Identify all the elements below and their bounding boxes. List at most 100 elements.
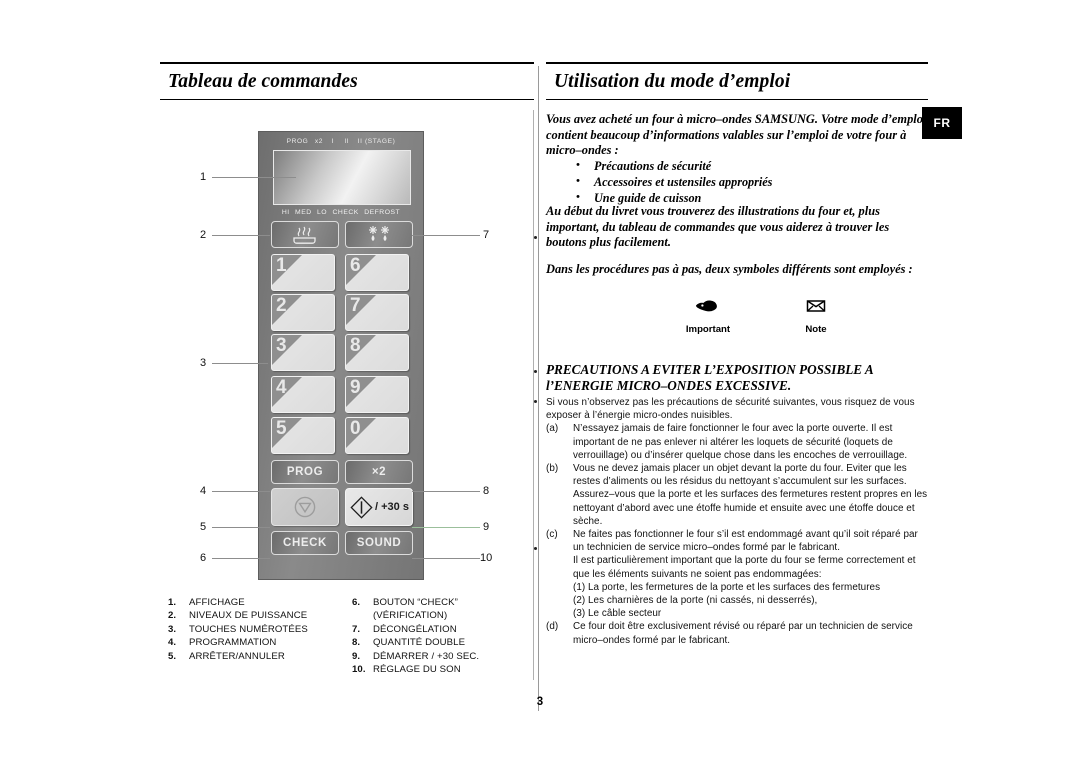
legend-item: 7. DÉCONGÉLATION <box>352 623 552 636</box>
legend-text: BOUTON “CHECK” <box>373 597 458 608</box>
number-key-0[interactable]: 0 <box>345 417 409 454</box>
language-tab: FR <box>922 107 962 139</box>
symbol-legend: Important Note <box>546 298 928 335</box>
warning-item-b: (b) Vous ne devez jamais placer un objet… <box>546 462 928 528</box>
item-text: Vous ne devez jamais placer un objet dev… <box>573 463 928 527</box>
callout-6: 6 <box>200 552 207 564</box>
feature-bullets: Précautions de sécurité Accessoires et u… <box>546 157 928 207</box>
label-check: CHECK <box>332 209 359 216</box>
legend-item: 5. ARRÊTER/ANNULER <box>168 650 358 663</box>
left-column-heading: Tableau de commandes <box>160 62 534 100</box>
item-label: (a) <box>546 423 559 435</box>
number-key-2[interactable]: 2 <box>271 294 335 331</box>
warning-intro: Si vous n’observez pas les précautions d… <box>546 397 915 422</box>
margin-dot <box>534 370 537 373</box>
number-key-8[interactable]: 8 <box>345 334 409 371</box>
legend-number: 10. <box>352 664 366 676</box>
leader-line-5 <box>212 527 270 528</box>
label-stage-1: I <box>331 138 334 145</box>
margin-dot <box>534 236 537 239</box>
margin-dot <box>534 547 537 550</box>
item-label: (d) <box>546 621 559 633</box>
key-digit: 2 <box>276 295 287 316</box>
legend-item: 4. PROGRAMMATION <box>168 636 358 649</box>
right-text-rule <box>533 110 534 680</box>
warning-body: Si vous n’observez pas les précautions d… <box>546 396 928 647</box>
leader-line-7 <box>412 235 480 236</box>
power-level-icon <box>293 226 316 244</box>
number-key-3[interactable]: 3 <box>271 334 335 371</box>
legend-item: 2. NIVEAUX DE PUISSANCE <box>168 609 358 622</box>
bullet-item: Précautions de sécurité <box>546 157 928 174</box>
label-med: MED <box>295 209 312 216</box>
label-hi: HI <box>281 209 290 216</box>
number-key-7[interactable]: 7 <box>345 294 409 331</box>
stop-icon <box>294 496 316 518</box>
key-digit: 9 <box>350 377 361 398</box>
legend-text: DÉCONGÉLATION <box>373 623 457 635</box>
symbol-important: Important <box>654 298 762 335</box>
legend-item: 8. QUANTITÉ DOUBLE <box>352 636 552 649</box>
legend-text: RÉGLAGE DU SON <box>373 664 461 676</box>
manual-page: Tableau de commandes Utilisation du mode… <box>0 0 1080 763</box>
callout-2: 2 <box>200 229 207 241</box>
stop-cancel-button[interactable] <box>271 488 339 526</box>
start-button[interactable]: / +30 s <box>345 488 413 526</box>
key-digit: 4 <box>276 377 287 398</box>
warning-heading-line-2: l’ENERGIE MICRO–ONDES EXCESSIVE. <box>546 378 792 393</box>
warning-item-d: (d) Ce four doit être exclusivement révi… <box>546 620 928 646</box>
leader-line-8 <box>412 491 480 492</box>
double-quantity-button[interactable]: ×2 <box>345 460 413 484</box>
legend-item: 10. RÉGLAGE DU SON <box>352 663 552 676</box>
label-stage-2: II <box>344 138 350 145</box>
warning-item-c: (c) Ne faites pas fonctionner le four s’… <box>546 528 928 554</box>
legend-subtext: (VÉRIFICATION) <box>373 610 448 622</box>
defrost-icon <box>369 226 389 241</box>
pointing-hand-icon <box>695 300 717 312</box>
leader-line-9 <box>412 527 480 528</box>
start-button-label: / +30 s <box>375 501 409 513</box>
key-digit: 6 <box>350 255 361 276</box>
leader-line-3 <box>212 363 268 364</box>
sound-button[interactable]: SOUND <box>345 531 413 555</box>
legend-text: DÉMARRER / +30 SEC. <box>373 650 480 662</box>
legend-right: 6. BOUTON “CHECK” (VÉRIFICATION) 7. DÉCO… <box>352 596 552 676</box>
power-level-button[interactable] <box>271 221 339 248</box>
label-x2: x2 <box>314 138 324 145</box>
leader-line-4 <box>212 491 270 492</box>
callout-4: 4 <box>200 485 207 497</box>
key-digit: 1 <box>276 255 287 276</box>
callout-1: 1 <box>200 171 207 183</box>
right-column-heading: Utilisation du mode d’emploi <box>546 62 928 100</box>
legend-number: 7. <box>352 623 361 635</box>
legend-item: 6. BOUTON “CHECK” <box>352 596 552 609</box>
legend-item: 3. TOUCHES NUMÉROTÉES <box>168 623 358 636</box>
number-key-4[interactable]: 4 <box>271 376 335 413</box>
bullet-item: Accessoires et ustensiles appropriés <box>546 173 928 190</box>
legend-number: 8. <box>352 637 361 649</box>
legend-number: 9. <box>352 650 361 662</box>
check-button[interactable]: CHECK <box>271 531 339 555</box>
number-key-5[interactable]: 5 <box>271 417 335 454</box>
legend-number: 1. <box>168 597 177 608</box>
number-key-1[interactable]: 1 <box>271 254 335 291</box>
number-key-9[interactable]: 9 <box>345 376 409 413</box>
display-bottom-labels: HI MED LO CHECK DEFROST <box>259 209 423 216</box>
callout-7: 7 <box>483 229 490 241</box>
item-label: (c) <box>546 529 558 541</box>
defrost-button[interactable] <box>345 221 413 248</box>
prog-button[interactable]: PROG <box>271 460 339 484</box>
leader-line-6 <box>212 558 270 559</box>
warning-heading-line-1: PRECAUTIONS A EVITER L’EXPOSITION POSSIB… <box>546 362 874 377</box>
warning-item-a: (a) N’essayez jamais de faire fonctionne… <box>546 422 928 462</box>
item-c-sub-3: (3) Le câble secteur <box>573 608 662 620</box>
legend-text: AFFICHAGE <box>189 597 245 608</box>
number-key-6[interactable]: 6 <box>345 254 409 291</box>
legend-text: NIVEAUX DE PUISSANCE <box>189 610 308 622</box>
legend-number: 5. <box>168 650 177 662</box>
leader-line-1 <box>212 177 296 178</box>
start-diamond-icon <box>350 495 373 519</box>
control-panel-illustration: PROG x2 I II II (STAGE) HI MED LO CHECK … <box>258 131 424 580</box>
paragraph-2: Au début du livret vous trouverez des il… <box>546 204 890 250</box>
leader-line-10 <box>412 558 480 559</box>
